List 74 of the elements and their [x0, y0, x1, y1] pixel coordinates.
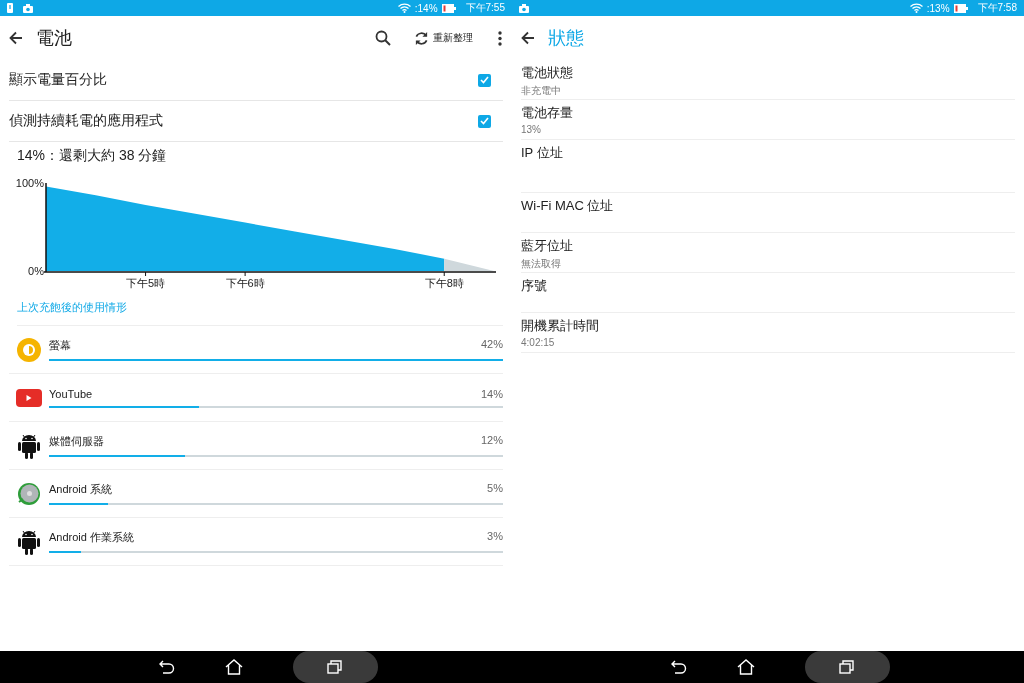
item-title: 序號	[521, 277, 548, 295]
battery-percent: :13%	[926, 2, 950, 14]
wifi-icon	[397, 3, 411, 13]
usage-percent: 12%	[480, 434, 503, 448]
checkbox[interactable]	[478, 73, 491, 87]
app-usage-item[interactable]: 媒體伺服器 12%	[9, 422, 503, 470]
app-usage-item[interactable]: Android 作業系統 3%	[9, 518, 503, 566]
item-title: 電池存量	[521, 104, 574, 122]
play-icon	[16, 388, 42, 407]
usage-percent: 5%	[487, 482, 503, 496]
status-item[interactable]: 電池存量 13%	[521, 100, 1015, 140]
notification-icon	[7, 3, 13, 13]
recent-apps-button[interactable]	[804, 651, 890, 683]
x-axis-label: 下午5時	[126, 277, 166, 289]
y-axis-label: 100%	[15, 177, 44, 189]
app-name: Android 系統	[49, 482, 112, 497]
back-icon[interactable]	[158, 660, 175, 674]
app-usage-item[interactable]: YouTube 14%	[9, 374, 503, 422]
item-value: 無法取得	[521, 257, 562, 271]
recent-apps-icon	[327, 660, 343, 674]
setting-label: 偵測持續耗電的應用程式	[9, 112, 163, 130]
section-heading: 上次充飽後的使用情形	[17, 300, 503, 326]
notification-icon	[519, 3, 529, 13]
checkbox[interactable]	[478, 114, 491, 128]
recent-apps-button[interactable]	[292, 651, 378, 683]
setting-label: 顯示電量百分比	[9, 71, 107, 89]
app-name: 螢幕	[49, 338, 71, 353]
notification-icon	[23, 3, 33, 13]
disc-icon	[17, 481, 41, 506]
item-title: 藍牙位址	[521, 237, 574, 255]
status-item[interactable]: 電池狀態 非充電中	[521, 60, 1015, 100]
item-title: 開機累計時間	[521, 317, 600, 335]
status-item[interactable]: IP 位址	[521, 140, 1015, 193]
usage-percent: 14%	[480, 387, 503, 400]
home-icon[interactable]	[736, 659, 755, 675]
wifi-icon	[909, 3, 923, 13]
app-name: 媒體伺服器	[49, 434, 104, 449]
more-options-icon[interactable]	[498, 30, 502, 46]
status-item[interactable]: 開機累計時間 4:02:15	[521, 313, 1015, 353]
item-title: Wi-Fi MAC 位址	[521, 197, 615, 215]
y-axis-label: 0%	[28, 265, 44, 277]
page-title: 電池	[36, 27, 73, 50]
x-axis-label: 下午8時	[424, 277, 464, 289]
battery-icon	[441, 3, 456, 13]
page-title: 狀態	[548, 27, 585, 50]
usage-percent: 42%	[480, 338, 503, 352]
search-icon[interactable]	[375, 30, 391, 46]
app-name: Android 作業系統	[49, 530, 134, 545]
back-icon[interactable]	[670, 660, 687, 674]
item-value: 非充電中	[521, 84, 562, 98]
back-arrow-icon[interactable]	[9, 31, 23, 45]
app-usage-item[interactable]: 螢幕 42%	[9, 326, 503, 374]
refresh-button[interactable]: 重新整理	[414, 30, 473, 46]
item-value: 4:02:15	[521, 337, 556, 348]
status-item[interactable]: Wi-Fi MAC 位址	[521, 193, 1015, 233]
x-axis-label: 下午6時	[225, 277, 265, 289]
app-name: YouTube	[49, 387, 93, 400]
item-title: 電池狀態	[521, 64, 574, 82]
clock-time: 下午7:55	[465, 1, 505, 15]
status-item[interactable]: 藍牙位址 無法取得	[521, 233, 1015, 273]
battery-estimate: 14%：還剩大約 38 分鐘	[17, 147, 168, 165]
recent-apps-icon	[839, 660, 855, 674]
usage-percent: 3%	[487, 530, 503, 544]
item-title: IP 位址	[521, 144, 564, 162]
status-item[interactable]: 序號	[521, 273, 1015, 313]
refresh-icon	[414, 30, 429, 46]
app-usage-item[interactable]: Android 系統 5%	[9, 470, 503, 518]
item-value: 13%	[521, 124, 542, 135]
battery-percent: :14%	[414, 2, 438, 14]
brightness-icon	[17, 337, 41, 362]
back-arrow-icon[interactable]	[521, 31, 535, 45]
home-icon[interactable]	[224, 659, 243, 675]
clock-time: 下午7:58	[977, 1, 1017, 15]
battery-icon	[953, 3, 968, 13]
